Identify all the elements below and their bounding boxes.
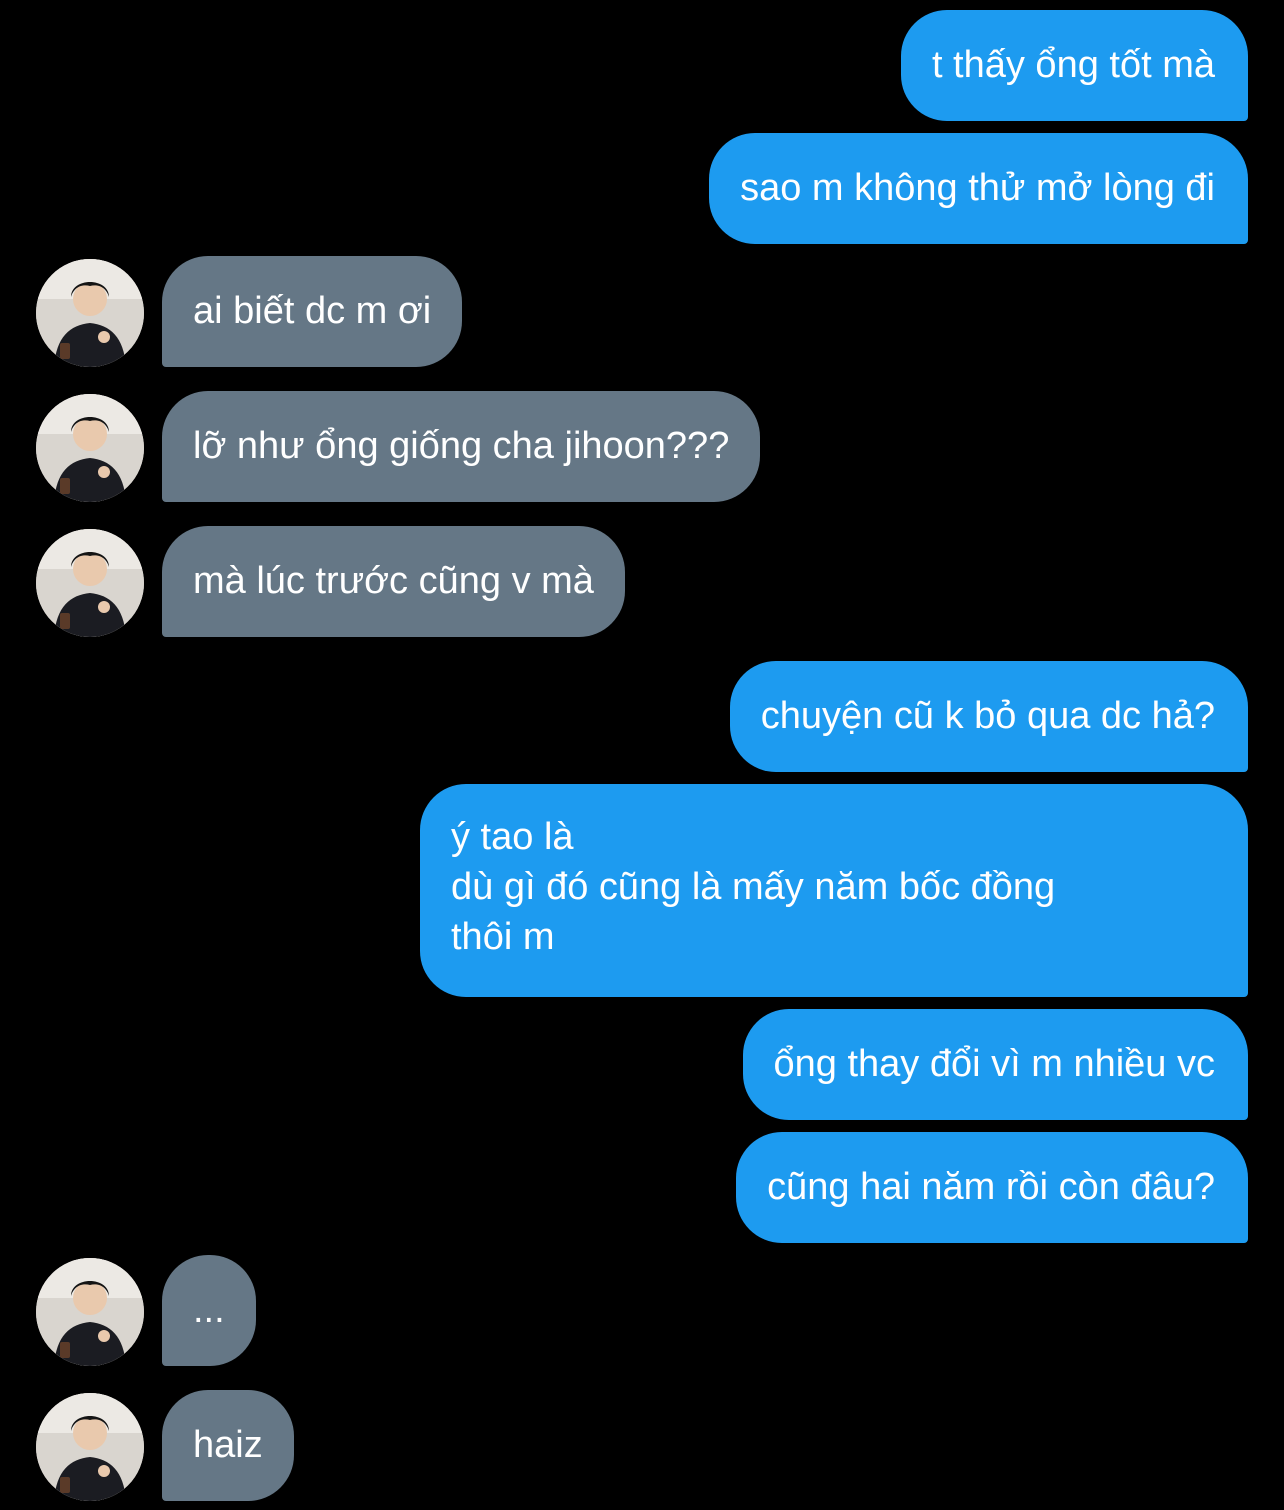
contact-avatar-icon[interactable]: [36, 529, 144, 637]
chat-thread: t thấy ổng tốt mà sao m không thử mở lòn…: [0, 0, 1284, 1510]
contact-avatar-icon[interactable]: [36, 259, 144, 367]
message-bubble-received[interactable]: lỡ như ổng giống cha jihoon???: [162, 391, 761, 502]
contact-avatar-icon[interactable]: [36, 394, 144, 502]
message-bubble-received[interactable]: haiz: [162, 1390, 294, 1501]
message-bubble-sent[interactable]: sao m không thử mở lòng đi: [709, 133, 1248, 244]
message-bubble-received[interactable]: ...: [162, 1255, 256, 1366]
message-bubble-received[interactable]: ai biết dc m ơi: [162, 256, 463, 367]
message-bubble-received[interactable]: mà lúc trước cũng v mà: [162, 526, 625, 637]
message-bubble-sent[interactable]: t thấy ổng tốt mà: [900, 10, 1248, 121]
message-bubble-sent[interactable]: chuyện cũ k bỏ qua dc hả?: [729, 661, 1248, 772]
contact-avatar-icon[interactable]: [36, 1258, 144, 1366]
message-bubble-sent[interactable]: cũng hai năm rồi còn đâu?: [736, 1132, 1248, 1243]
message-bubble-sent[interactable]: ý tao là dù gì đó cũng là mấy năm bốc đồ…: [420, 784, 1248, 997]
contact-avatar-icon[interactable]: [36, 1393, 144, 1501]
message-bubble-sent[interactable]: ổng thay đổi vì m nhiều vc: [742, 1009, 1248, 1120]
